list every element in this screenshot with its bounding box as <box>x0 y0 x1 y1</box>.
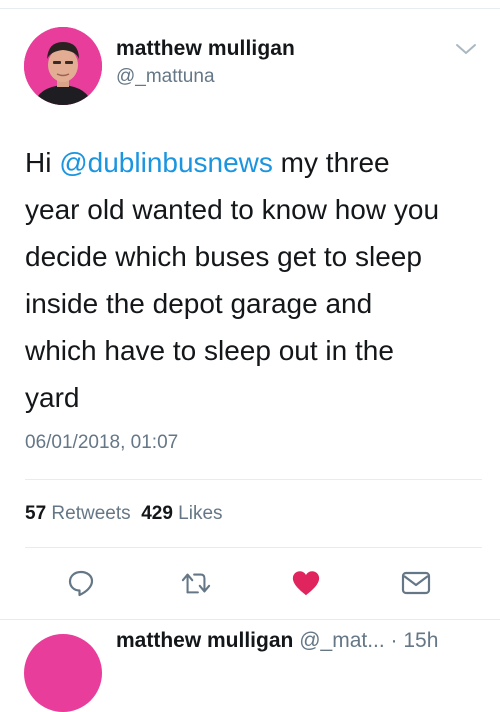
reply-icon <box>68 570 94 597</box>
like-button[interactable] <box>291 568 321 598</box>
mention-link[interactable]: @dublinbusnews <box>59 147 273 178</box>
direct-message-icon <box>401 571 431 595</box>
top-divider <box>0 8 500 9</box>
author-display-name[interactable]: matthew mulligan <box>116 37 295 61</box>
divider-above-actions <box>25 547 482 548</box>
chevron-down-icon[interactable] <box>455 42 477 56</box>
tweet-bottom-divider <box>0 619 500 620</box>
retweets-label: Retweets <box>51 503 131 524</box>
retweet-button[interactable] <box>181 568 211 598</box>
tweet-timestamp[interactable]: 06/01/2018, 01:07 <box>25 432 178 454</box>
reply-button[interactable] <box>66 568 96 598</box>
next-tweet-meta: @_mat... · 15h <box>299 629 439 652</box>
engagement-stats: 57 Retweets 429 Likes <box>25 503 223 525</box>
next-tweet-display-name: matthew mulligan <box>116 629 294 652</box>
retweets-stat[interactable]: 57 Retweets <box>25 503 131 524</box>
likes-count: 429 <box>141 503 173 524</box>
retweets-count: 57 <box>25 503 47 524</box>
direct-message-button[interactable] <box>401 568 431 598</box>
tweet-text-prefix: Hi <box>25 147 60 178</box>
likes-stat[interactable]: 429 Likes <box>141 503 222 524</box>
next-tweet-header[interactable]: matthew mulligan @_mat... · 15h <box>116 629 486 653</box>
avatar[interactable] <box>24 27 102 105</box>
avatar-photo <box>24 27 102 105</box>
retweet-icon <box>181 573 211 594</box>
tweet-text-body: my three year old wanted to know how you… <box>25 147 440 413</box>
like-heart-icon <box>292 571 320 596</box>
likes-label: Likes <box>178 503 223 524</box>
divider-above-stats <box>25 479 482 480</box>
tweet-text: Hi @dublinbusnews my three year old want… <box>25 139 485 421</box>
author-handle[interactable]: @_mattuna <box>116 66 215 88</box>
next-tweet-avatar[interactable] <box>24 634 102 712</box>
